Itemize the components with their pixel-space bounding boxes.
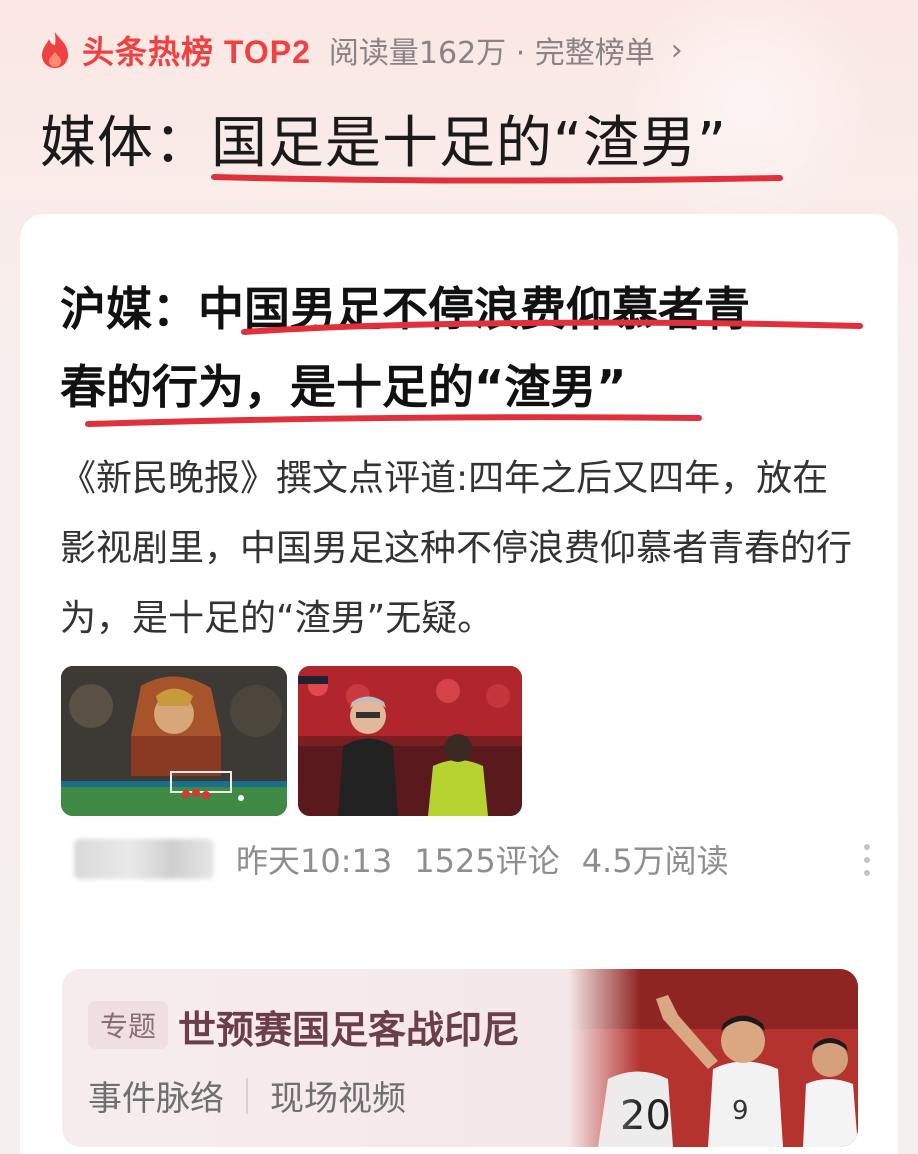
special-title[interactable]: 世预赛国足客战印尼 (178, 999, 520, 1054)
article-card[interactable]: 沪媒：中国男足不停浪费仰慕者青 春的行为，是十足的“渣男” 《新民晚报》撰文点评… (20, 214, 898, 1154)
red-underline-mark (85, 414, 702, 427)
article-summary: 《新民晚报》撰文点评道:四年之后又四年，放在影视剧里，中国男足这种不停浪费仰慕者… (60, 458, 853, 639)
special-tag: 专题 (88, 1001, 169, 1049)
more-vertical-icon[interactable] (862, 842, 872, 878)
special-topic-card[interactable]: 专题 世预赛国足客战印尼 事件脉络 现场视频 20 9 (62, 969, 858, 1147)
article-image-stadium[interactable] (61, 666, 287, 816)
link-event-timeline[interactable]: 事件脉络 (88, 1071, 224, 1120)
topic-title[interactable]: 媒体：国足是十足的“渣男” (40, 98, 727, 179)
flame-icon (42, 32, 68, 68)
hot-list-label: 头条热榜 TOP2 (82, 34, 311, 70)
link-live-video[interactable]: 现场视频 (270, 1071, 406, 1120)
special-links: 事件脉络 现场视频 (88, 1071, 406, 1120)
red-underline-mark (211, 174, 783, 184)
red-underline-mark (241, 319, 863, 335)
comment-count[interactable]: 1525评论 (414, 836, 559, 882)
article-image-coach[interactable] (298, 666, 522, 816)
article-meta: 昨天10:13 1525评论 4.5万阅读 (60, 834, 880, 884)
chevron-right-icon[interactable]: › (671, 33, 683, 68)
read-count: 4.5万阅读 (581, 842, 729, 880)
publish-time: 昨天10:13 (236, 842, 393, 880)
special-topic-photo: 20 9 (568, 969, 858, 1147)
divider (246, 1077, 248, 1114)
author-name-blurred[interactable] (74, 839, 214, 879)
hot-list-meta[interactable]: 阅读量162万 · 完整榜单 (329, 28, 655, 72)
hot-list-banner[interactable]: 头条热榜 TOP2 阅读量162万 · 完整榜单 › (38, 28, 683, 72)
article-headline[interactable]: 沪媒：中国男足不停浪费仰慕者青 春的行为，是十足的“渣男” (60, 270, 870, 426)
